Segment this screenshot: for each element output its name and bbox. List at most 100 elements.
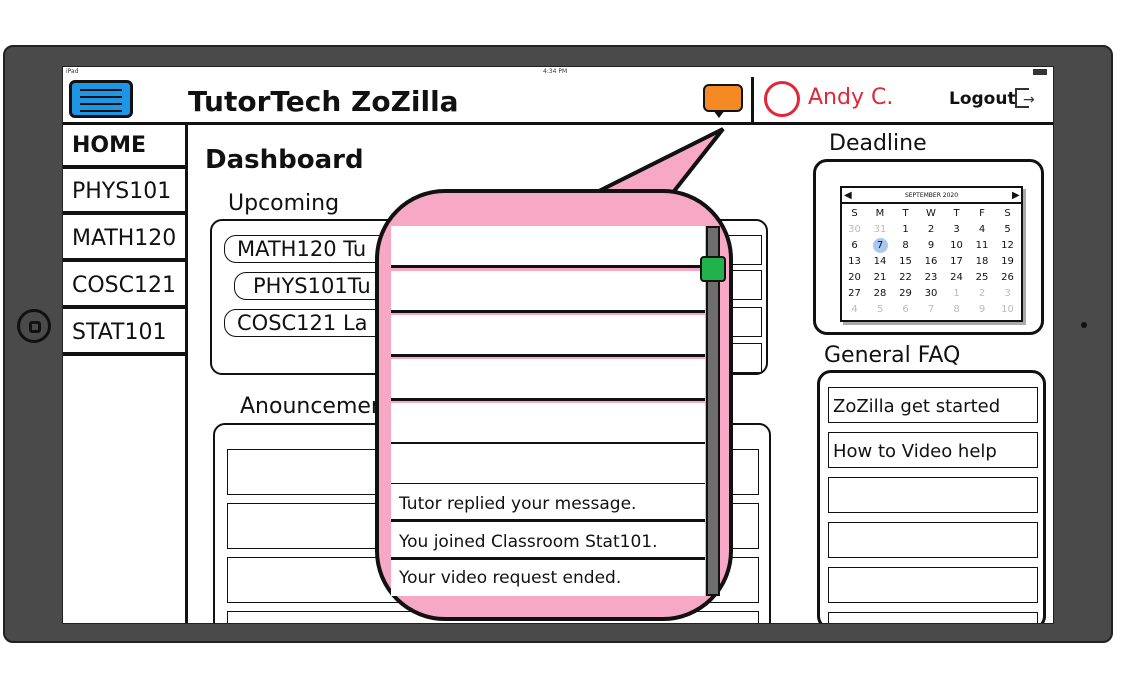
notification-item[interactable] (391, 359, 705, 401)
calendar-day[interactable]: 4 (970, 222, 995, 238)
logout-button[interactable]: Logout (949, 89, 1016, 109)
calendar-weekday: T (953, 208, 960, 219)
notifications-popup: Tutor replied your message. You joined C… (375, 189, 733, 621)
calendar-next-icon[interactable]: ▶ (1012, 188, 1020, 204)
logout-arrow-icon: → (1023, 92, 1035, 108)
calendar-day[interactable]: 17 (944, 254, 969, 270)
battery-icon (1033, 69, 1047, 75)
faq-item[interactable] (828, 522, 1038, 558)
notification-item[interactable] (391, 403, 705, 445)
calendar-day[interactable]: 29 (893, 286, 918, 302)
calendar-day[interactable]: 30 (919, 286, 944, 302)
calendar-widget: SEPTEMBER 2020 ◀ ▶ S M T W T F S 30 31 1 2 3 4 5 6 7 8 9 1… (840, 186, 1023, 322)
faq-item[interactable] (828, 612, 1038, 623)
status-time: 4:34 PM (543, 68, 568, 75)
calendar-weekday: M (875, 208, 885, 219)
calendar-day[interactable]: 5 (995, 222, 1020, 238)
notification-item[interactable] (391, 226, 705, 268)
calendar-day[interactable]: 26 (995, 270, 1020, 286)
calendar-day[interactable]: 31 (868, 222, 893, 238)
home-button-icon (29, 321, 41, 333)
tablet-screen: iPad 4:34 PM TutorTech ZoZilla Andy C. L… (62, 66, 1054, 624)
calendar-day[interactable]: 1 (944, 286, 969, 302)
calendar-day[interactable]: 9 (919, 238, 944, 254)
calendar-weekday: T (902, 208, 909, 219)
calendar-weekday: S (1004, 208, 1011, 219)
faq-heading: General FAQ (824, 343, 961, 368)
calendar-day[interactable]: 24 (944, 270, 969, 286)
calendar-day[interactable]: 8 (893, 238, 918, 254)
sidebar-item-math120[interactable]: MATH120 (63, 218, 186, 262)
calendar-day[interactable]: 7 (919, 302, 944, 318)
faq-item[interactable]: How to Video help (828, 432, 1038, 468)
notifications-list: Tutor replied your message. You joined C… (391, 226, 726, 596)
calendar-day[interactable]: 16 (919, 254, 944, 270)
notification-item[interactable]: Tutor replied your message. (391, 484, 705, 522)
calendar-weekday: F (979, 208, 985, 219)
calendar-day[interactable]: 3 (944, 222, 969, 238)
calendar-day[interactable]: 12 (995, 238, 1020, 254)
calendar-day[interactable]: 6 (893, 302, 918, 318)
faq-item[interactable] (828, 567, 1038, 603)
sidebar-item-home[interactable]: HOME (63, 125, 186, 169)
calendar-weekday: S (851, 208, 858, 219)
sidebar-item-cosc121[interactable]: COSC121 (63, 265, 186, 309)
popup-pointer (590, 127, 725, 195)
notification-item[interactable] (391, 315, 705, 357)
device-home-button[interactable] (17, 309, 51, 343)
faq-item[interactable]: ZoZilla get started (828, 387, 1038, 423)
calendar-day[interactable]: 6 (842, 238, 867, 254)
calendar-day[interactable]: 3 (995, 286, 1020, 302)
page-title: Dashboard (205, 145, 364, 175)
calendar-day[interactable]: 25 (970, 270, 995, 286)
calendar-day[interactable]: 20 (842, 270, 867, 286)
calendar-day[interactable]: 19 (995, 254, 1020, 270)
calendar-day[interactable]: 14 (868, 254, 893, 270)
status-bar: iPad 4:34 PM (63, 67, 1053, 77)
user-name[interactable]: Andy C. (808, 85, 893, 110)
calendar-day[interactable]: 4 (842, 302, 867, 318)
calendar-day[interactable]: 10 (995, 302, 1020, 318)
calendar-weekday: W (926, 208, 936, 219)
deadline-heading: Deadline (829, 131, 927, 156)
calendar-month: SEPTEMBER 2020 (842, 188, 1021, 204)
app-header: TutorTech ZoZilla Andy C. Logout → (63, 77, 1053, 125)
calendar-day[interactable]: 22 (893, 270, 918, 286)
calendar-day[interactable]: 5 (868, 302, 893, 318)
calendar-day[interactable]: 2 (919, 222, 944, 238)
calendar-day[interactable]: 9 (970, 302, 995, 318)
avatar[interactable] (764, 81, 800, 117)
sidebar-item-phys101[interactable]: PHYS101 (63, 171, 186, 215)
calendar-day[interactable]: 10 (944, 238, 969, 254)
sidebar-nav: HOME PHYS101 MATH120 COSC121 STAT101 (63, 125, 188, 623)
calendar-day[interactable]: 28 (868, 286, 893, 302)
deadline-panel: SEPTEMBER 2020 ◀ ▶ S M T W T F S 30 31 1 2 3 4 5 6 7 8 9 1… (813, 159, 1044, 335)
calendar-day[interactable]: 1 (893, 222, 918, 238)
calendar-day[interactable]: 30 (842, 222, 867, 238)
device-name: iPad (66, 68, 79, 75)
chat-bubble-icon[interactable] (703, 84, 743, 118)
calendar-day[interactable]: 13 (842, 254, 867, 270)
calendar-day[interactable]: 8 (944, 302, 969, 318)
scroll-thumb[interactable] (700, 256, 726, 282)
hamburger-menu-button[interactable] (69, 80, 133, 118)
notification-item[interactable]: You joined Classroom Stat101. (391, 522, 705, 560)
notification-item[interactable] (391, 444, 705, 486)
notification-item[interactable] (391, 271, 705, 313)
calendar-day[interactable]: 11 (970, 238, 995, 254)
camera-dot (1081, 322, 1087, 328)
header-divider (751, 77, 754, 125)
upcoming-heading: Upcoming (228, 191, 340, 216)
calendar-day[interactable]: 7 (868, 238, 893, 254)
calendar-day[interactable]: 2 (970, 286, 995, 302)
calendar-prev-icon[interactable]: ◀ (844, 188, 852, 204)
app-title: TutorTech ZoZilla (188, 85, 459, 118)
calendar-day[interactable]: 27 (842, 286, 867, 302)
sidebar-item-stat101[interactable]: STAT101 (63, 312, 186, 356)
calendar-day[interactable]: 15 (893, 254, 918, 270)
notification-item[interactable]: Your video request ended. (391, 560, 705, 596)
calendar-day[interactable]: 23 (919, 270, 944, 286)
calendar-day[interactable]: 21 (868, 270, 893, 286)
calendar-day[interactable]: 18 (970, 254, 995, 270)
faq-item[interactable] (828, 477, 1038, 513)
